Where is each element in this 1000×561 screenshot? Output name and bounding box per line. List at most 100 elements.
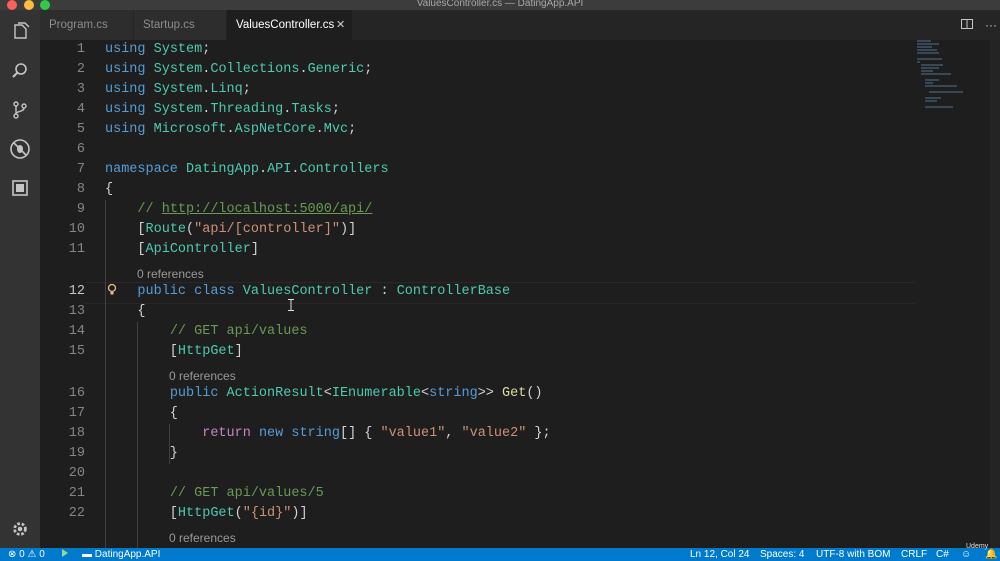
code-editor[interactable]: 1 using System; 2 using System.Collections.… bbox=[40, 40, 1000, 548]
feedback-icon[interactable]: ☺ bbox=[961, 548, 971, 561]
code-line[interactable]: 5 using Microsoft.AspNetCore.Mvc; bbox=[40, 120, 1000, 140]
code-token: System bbox=[153, 62, 203, 77]
files-icon[interactable] bbox=[8, 20, 32, 44]
problems-indicator[interactable]: ⊗ 0 ⚠ 0 bbox=[8, 548, 45, 561]
line-number: 5 bbox=[76, 122, 85, 137]
encoding-setting[interactable]: UTF-8 with BOM bbox=[816, 548, 890, 561]
minimap[interactable] bbox=[917, 40, 987, 140]
code-line[interactable]: 7 namespace DatingApp.API.Controllers bbox=[40, 160, 1000, 180]
code-token: { bbox=[105, 304, 146, 319]
split-editor-icon[interactable] bbox=[960, 18, 974, 32]
lightbulb-icon[interactable] bbox=[107, 283, 119, 297]
code-token: IEnumerable bbox=[331, 386, 421, 401]
debug-icon[interactable] bbox=[8, 137, 32, 161]
more-actions-icon[interactable]: ··· bbox=[984, 18, 998, 32]
indentation-setting[interactable]: Spaces: 4 bbox=[760, 548, 804, 561]
code-line[interactable]: 9 // http://localhost:5000/api/ bbox=[40, 200, 1000, 220]
search-icon[interactable] bbox=[8, 59, 32, 83]
code-token: AspNetCore bbox=[234, 122, 316, 137]
tab-valuescontroller-cs[interactable]: ValuesController.cs ✕ bbox=[227, 10, 353, 40]
line-number: 13 bbox=[68, 304, 85, 319]
minimap-line bbox=[917, 58, 942, 60]
code-line[interactable]: 15 [HttpGet] bbox=[40, 342, 1000, 362]
extensions-icon[interactable] bbox=[8, 176, 32, 200]
title-bar: ValuesController.cs — DatingApp.API bbox=[0, 0, 1000, 10]
code-token: ApiController bbox=[145, 242, 251, 257]
folder-indicator[interactable]: ▬ DatingApp.API bbox=[82, 548, 160, 561]
code-line[interactable]: 16 public ActionResult<IEnumerable<strin… bbox=[40, 384, 1000, 404]
language-mode[interactable]: C# bbox=[936, 548, 949, 561]
tab-startup-cs[interactable]: Startup.cs bbox=[134, 10, 227, 40]
eol-setting[interactable]: CRLF bbox=[901, 548, 927, 561]
line-number: 4 bbox=[76, 102, 85, 117]
code-token: // bbox=[137, 202, 162, 217]
vertical-scrollbar[interactable] bbox=[990, 40, 1000, 548]
folder-name: DatingApp.API bbox=[94, 549, 161, 560]
code-token: [ bbox=[105, 242, 146, 257]
code-line[interactable]: 21 // GET api/values/5 bbox=[40, 484, 1000, 504]
code-line[interactable]: 10 [Route("api/[controller]")] bbox=[40, 220, 1000, 240]
line-number: 11 bbox=[68, 242, 85, 257]
code-line[interactable]: 18 return new string[] { "value1", "valu… bbox=[40, 424, 1000, 444]
cursor-position[interactable]: Ln 12, Col 24 bbox=[690, 548, 750, 561]
tab-program-cs[interactable]: Program.cs bbox=[40, 10, 134, 40]
line-number: 20 bbox=[68, 466, 85, 481]
code-token: : bbox=[372, 284, 397, 299]
code-token: < bbox=[420, 386, 430, 401]
code-token: Microsoft bbox=[153, 122, 227, 137]
code-line[interactable]: 14 // GET api/values bbox=[40, 322, 1000, 342]
code-token: ; bbox=[348, 122, 357, 137]
minimap-line bbox=[925, 106, 953, 108]
codelens-references[interactable]: 0 references bbox=[169, 530, 236, 546]
code-token: HttpGet bbox=[177, 506, 235, 521]
gear-icon[interactable] bbox=[8, 517, 32, 541]
code-token: } bbox=[105, 446, 178, 461]
minimap-line bbox=[925, 85, 957, 87]
code-token: http://localhost:5000/api/ bbox=[161, 202, 373, 217]
code-line[interactable]: 2 using System.Collections.Generic; bbox=[40, 60, 1000, 80]
line-number: 6 bbox=[76, 142, 85, 157]
text-cursor-icon bbox=[288, 298, 294, 311]
minimap-line bbox=[921, 64, 943, 66]
code-line[interactable]: 1 using System; bbox=[40, 40, 1000, 60]
code-token: ( bbox=[186, 222, 195, 237]
code-token: "value1" bbox=[380, 426, 446, 441]
code-line[interactable]: 19 } bbox=[40, 444, 1000, 464]
source-control-icon[interactable] bbox=[8, 98, 32, 122]
code-line[interactable]: 12 public class ValuesController : Contr… bbox=[40, 282, 1000, 302]
code-token: "value2" bbox=[461, 426, 527, 441]
code-text: [HttpGet] bbox=[105, 342, 243, 362]
minimap-line bbox=[925, 100, 937, 102]
minimap-line bbox=[917, 61, 920, 63]
code-line[interactable]: 20 bbox=[40, 464, 1000, 484]
code-token: DatingApp bbox=[186, 162, 259, 177]
code-line[interactable]: 22 [HttpGet("{id}")] bbox=[40, 504, 1000, 524]
code-line[interactable]: 8{ bbox=[40, 180, 1000, 200]
code-line[interactable]: 3 using System.Linq; bbox=[40, 80, 1000, 100]
codelens-references[interactable]: 0 references bbox=[169, 368, 236, 384]
close-icon[interactable]: ✕ bbox=[336, 10, 345, 40]
code-token: < bbox=[323, 386, 332, 401]
activity-bar bbox=[0, 10, 40, 548]
notifications-icon[interactable]: 🔔 bbox=[985, 548, 997, 561]
code-line[interactable]: 6 bbox=[40, 140, 1000, 160]
code-line[interactable]: 13 { bbox=[40, 302, 1000, 322]
codelens-references[interactable]: 0 references bbox=[137, 266, 204, 282]
code-line[interactable]: 11 [ApiController] bbox=[40, 240, 1000, 260]
code-token: Mvc bbox=[323, 122, 349, 137]
code-line[interactable]: 4 using System.Threading.Tasks; bbox=[40, 100, 1000, 120]
code-token: . bbox=[226, 122, 235, 137]
code-token: () bbox=[526, 386, 543, 401]
code-line[interactable]: 17 { bbox=[40, 404, 1000, 424]
code-token: new bbox=[258, 426, 284, 441]
code-token: using bbox=[105, 122, 146, 137]
run-icon[interactable] bbox=[60, 548, 70, 561]
code-token: API bbox=[267, 162, 292, 177]
code-token: [ bbox=[105, 344, 178, 359]
